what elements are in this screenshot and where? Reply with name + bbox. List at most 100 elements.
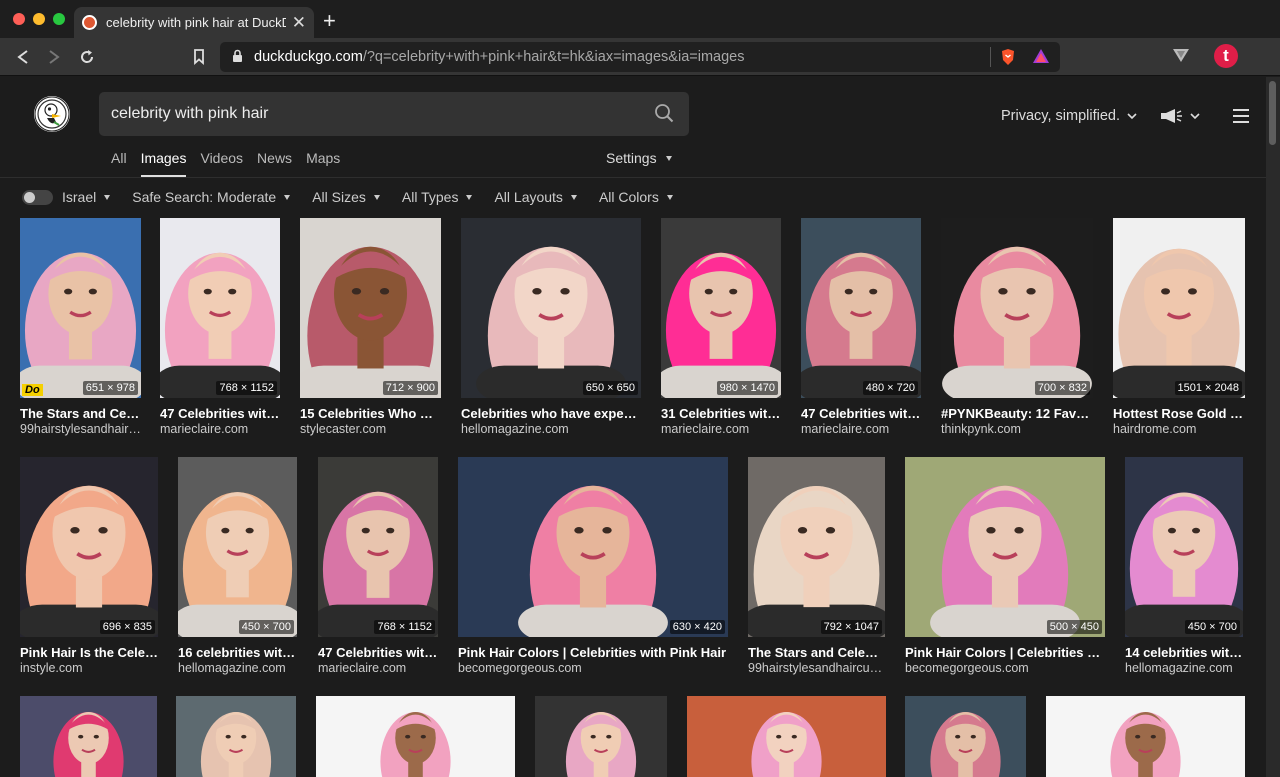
browser-titlebar: celebrity with pink hair at DuckDuckGo ✕… <box>0 0 1280 38</box>
tab-videos[interactable]: Videos <box>200 150 243 177</box>
vpn-extension-icon[interactable] <box>1172 47 1190 68</box>
result-thumbnail[interactable]: 712 × 900 <box>300 218 441 398</box>
new-tab-icon[interactable]: + <box>323 10 336 32</box>
result-title[interactable]: 14 celebrities with pink hair <box>1125 645 1243 660</box>
result-thumbnail[interactable]: 450 × 700 <box>1125 457 1243 637</box>
result-thumbnail[interactable]: 1501 × 2048 <box>1113 218 1245 398</box>
result-source[interactable]: marieclaire.com <box>318 661 438 675</box>
result-title[interactable]: Hottest Rose Gold & Pink Hair <box>1113 406 1245 421</box>
result-thumbnail[interactable]: 500 × 450 <box>905 457 1105 637</box>
type-filter[interactable]: All Types <box>402 189 473 205</box>
result-source[interactable]: marieclaire.com <box>801 422 921 436</box>
result-thumbnail[interactable]: 450 × 700 <box>178 457 297 637</box>
search-input[interactable]: celebrity with pink hair <box>99 92 689 136</box>
forward-icon[interactable] <box>44 47 64 67</box>
result-source[interactable]: becomegorgeous.com <box>458 661 728 675</box>
safe-search-filter[interactable]: Safe Search: Moderate <box>132 189 291 205</box>
search-icon[interactable] <box>654 103 674 128</box>
bookmark-icon[interactable] <box>189 47 209 67</box>
browser-toolbar: duckduckgo.com/?q=celebrity+with+pink+ha… <box>0 38 1280 76</box>
result-thumbnail[interactable]: 980 × 1470 <box>661 218 781 398</box>
result-thumbnail[interactable]: 630 × 420 <box>458 457 728 637</box>
region-toggle[interactable] <box>22 189 53 205</box>
color-label: All Colors <box>598 189 659 205</box>
result-source[interactable]: hellomagazine.com <box>178 661 297 675</box>
result-thumbnail[interactable]: 768 × 1152 <box>160 218 280 398</box>
brave-rewards-icon[interactable] <box>1032 48 1050 69</box>
thumbnail-image <box>461 218 641 398</box>
result-title[interactable]: #PYNKBeauty: 12 Favorite Celebrities wit… <box>941 406 1093 421</box>
result-source[interactable]: hellomagazine.com <box>1125 661 1243 675</box>
thumbnail-image <box>20 218 141 398</box>
result-thumbnail[interactable]: 650 × 650 <box>461 218 641 398</box>
result-thumbnail[interactable] <box>535 696 667 777</box>
scrollbar-thumb[interactable] <box>1269 81 1276 145</box>
result-source[interactable]: hairdrome.com <box>1113 422 1245 436</box>
result-thumbnail[interactable] <box>1046 696 1245 777</box>
region-filter[interactable]: Israel <box>62 189 111 205</box>
result-thumbnail[interactable]: 792 × 1047 <box>748 457 885 637</box>
result-source[interactable]: marieclaire.com <box>661 422 781 436</box>
feedback-menu[interactable] <box>1160 108 1200 124</box>
result-title[interactable]: The Stars and Celebrities with Pink Hair <box>748 645 885 660</box>
result-thumbnail[interactable]: 696 × 835 <box>20 457 158 637</box>
reload-icon[interactable] <box>77 47 97 67</box>
brave-shields-icon[interactable] <box>1000 48 1016 71</box>
address-bar[interactable]: duckduckgo.com/?q=celebrity+with+pink+ha… <box>220 42 1060 72</box>
result-source[interactable]: 99hairstylesandhaircuts.com <box>748 661 885 675</box>
result-source[interactable]: thinkpynk.com <box>941 422 1093 436</box>
minimize-window-button[interactable] <box>33 13 45 25</box>
region-label: Israel <box>62 189 97 205</box>
result-source[interactable]: becomegorgeous.com <box>905 661 1105 675</box>
image-dimensions: 650 × 650 <box>582 381 638 395</box>
back-icon[interactable] <box>13 47 33 67</box>
search-nav-tabs: All Images Videos News Maps <box>111 150 354 177</box>
close-tab-icon[interactable]: ✕ <box>292 14 306 31</box>
tab-images[interactable]: Images <box>140 150 187 177</box>
privacy-menu[interactable]: Privacy, simplified. <box>1001 108 1137 124</box>
layout-filter[interactable]: All Layouts <box>494 189 577 205</box>
result-title[interactable]: 47 Celebrities with Pink Hair <box>801 406 921 421</box>
thumbnail-image <box>687 696 886 777</box>
settings-menu[interactable]: Settings <box>606 150 672 166</box>
result-source[interactable]: instyle.com <box>20 661 158 675</box>
tab-maps[interactable]: Maps <box>306 150 340 177</box>
result-title[interactable]: The Stars and Celebrities with Pink Hair <box>20 406 141 421</box>
result-source[interactable]: stylecaster.com <box>300 422 441 436</box>
tab-all[interactable]: All <box>111 150 127 177</box>
close-window-button[interactable] <box>13 13 25 25</box>
result-thumbnail[interactable] <box>905 696 1026 777</box>
result-source[interactable]: marieclaire.com <box>160 422 280 436</box>
result-thumbnail[interactable] <box>687 696 886 777</box>
result-thumbnail[interactable]: 480 × 720 <box>801 218 921 398</box>
result-thumbnail[interactable]: 768 × 1152 <box>318 457 438 637</box>
tab-news[interactable]: News <box>257 150 292 177</box>
profile-avatar[interactable]: t <box>1214 44 1238 68</box>
result-thumbnail[interactable] <box>316 696 515 777</box>
result-thumbnail[interactable]: 700 × 832 <box>941 218 1093 398</box>
result-title[interactable]: Pink Hair Is the Celebrity Trend <box>20 645 158 660</box>
menu-icon[interactable] <box>1233 109 1249 127</box>
result-source[interactable]: hellomagazine.com <box>461 422 641 436</box>
result-title[interactable]: Pink Hair Colors | Celebrities with Pink… <box>458 645 728 660</box>
result-title[interactable]: Celebrities who have experimented with p… <box>461 406 641 421</box>
browser-tab[interactable]: celebrity with pink hair at DuckDuckGo ✕ <box>74 7 314 38</box>
page-scrollbar[interactable] <box>1266 77 1280 777</box>
safe-search-label: Safe Search: Moderate <box>132 189 277 205</box>
image-dimensions: 651 × 978 <box>82 381 138 395</box>
result-title[interactable]: 47 Celebrities with Pink Hair <box>160 406 280 421</box>
result-title[interactable]: 47 Celebrities with Pink Hair <box>318 645 438 660</box>
result-title[interactable]: 16 celebrities with pink hair <box>178 645 297 660</box>
result-title[interactable]: 31 Celebrities with Pink Hair <box>661 406 781 421</box>
duckduckgo-logo-icon[interactable] <box>34 96 70 132</box>
url-path: /?q=celebrity+with+pink+hair&t=hk&iax=im… <box>362 49 745 65</box>
maximize-window-button[interactable] <box>53 13 65 25</box>
result-thumbnail[interactable] <box>176 696 296 777</box>
size-filter[interactable]: All Sizes <box>312 189 380 205</box>
result-source[interactable]: 99hairstylesandhaircuts.com <box>20 422 141 436</box>
result-thumbnail[interactable]: 651 × 978 Do <box>20 218 141 398</box>
result-title[interactable]: Pink Hair Colors | Celebrities with Pink… <box>905 645 1105 660</box>
result-title[interactable]: 15 Celebrities Who Dyed Their Hair Pink <box>300 406 441 421</box>
result-thumbnail[interactable] <box>20 696 157 777</box>
color-filter[interactable]: All Colors <box>599 189 673 205</box>
